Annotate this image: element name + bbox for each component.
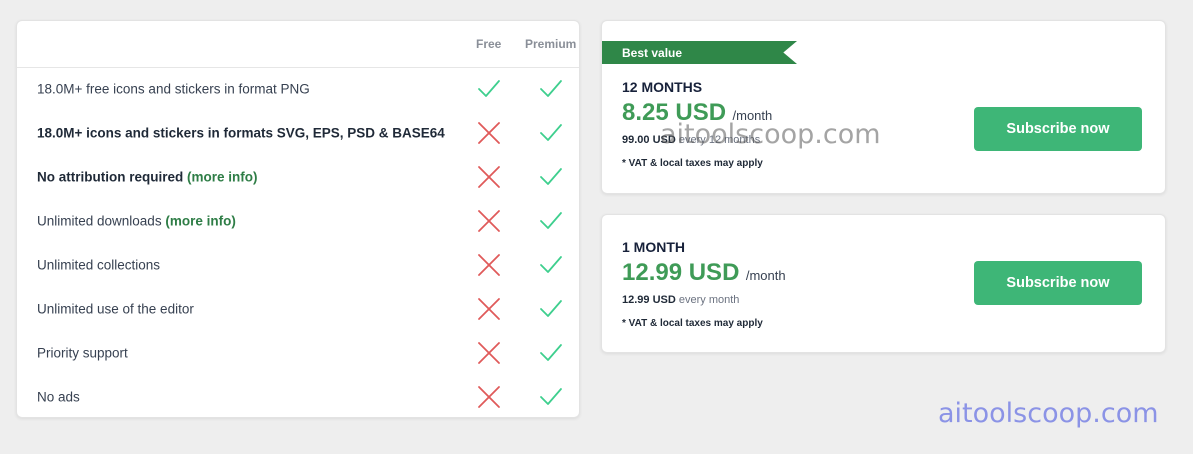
feature-text: 18.0M+ icons and stickers in formats SVG… (37, 125, 445, 141)
check-icon (538, 384, 564, 410)
feature-text: Unlimited use of the editor (37, 301, 194, 317)
price-unit: /month (745, 268, 786, 283)
vat-note: * VAT & local taxes may apply (622, 158, 763, 169)
feature-text: No attribution required (37, 169, 184, 185)
feature-label: 18.0M+ free icons and stickers in format… (37, 82, 310, 97)
feature-text: 18.0M+ free icons and stickers in format… (37, 81, 310, 97)
more-info-link[interactable]: (more info) (165, 214, 236, 229)
check-icon (538, 340, 564, 366)
comparison-header: Free Premium (17, 21, 579, 68)
plan-card-12-months: Best value 12 MONTHS 8.25 USD /month 99.… (601, 20, 1166, 194)
plan-price: 12.99 USD /month (622, 259, 786, 287)
cross-icon (476, 164, 502, 190)
plan-card-1-month: 1 MONTH 12.99 USD /month 12.99 USD every… (601, 214, 1166, 353)
feature-row: 18.0M+ icons and stickers in formats SVG… (17, 111, 579, 155)
billed-period: every month (678, 294, 740, 306)
feature-row: 18.0M+ free icons and stickers in format… (17, 67, 579, 111)
feature-comparison-card: Free Premium 18.0M+ free icons and stick… (16, 20, 580, 418)
check-icon (538, 76, 564, 102)
feature-text: Priority support (37, 345, 128, 361)
feature-row: No ads (17, 375, 579, 419)
cross-icon (476, 340, 502, 366)
watermark-text: aitoolscoop.com (660, 119, 881, 150)
cross-icon (476, 296, 502, 322)
feature-row: Unlimited downloads (more info) (17, 199, 579, 243)
feature-label: Priority support (37, 346, 128, 361)
feature-row: Unlimited collections (17, 243, 579, 287)
cross-icon (476, 252, 502, 278)
check-icon (538, 164, 564, 190)
check-icon (476, 76, 502, 102)
subscribe-button-1-month[interactable]: Subscribe now (974, 261, 1142, 305)
cross-icon (476, 384, 502, 410)
feature-label: No attribution required (more info) (37, 170, 258, 185)
feature-row: No attribution required (more info) (17, 155, 579, 199)
feature-label: No ads (37, 390, 80, 405)
billed-amount: 12.99 USD (622, 294, 676, 306)
subscribe-button-12-months[interactable]: Subscribe now (974, 107, 1142, 151)
plan-title: 1 MONTH (622, 239, 685, 255)
best-value-ribbon: Best value (602, 41, 797, 64)
check-icon (538, 252, 564, 278)
watermark-text-corner: aitoolscoop.com (938, 398, 1159, 429)
check-icon (538, 120, 564, 146)
plan-title: 12 MONTHS (622, 79, 703, 95)
check-icon (538, 208, 564, 234)
feature-row: Unlimited use of the editor (17, 287, 579, 331)
cross-icon (476, 120, 502, 146)
feature-text: Unlimited collections (37, 257, 161, 273)
feature-row: Priority support (17, 331, 579, 375)
column-header-premium: Premium (525, 37, 577, 51)
feature-label: Unlimited downloads (more info) (37, 214, 236, 229)
vat-note: * VAT & local taxes may apply (622, 318, 763, 329)
feature-label: Unlimited use of the editor (37, 302, 194, 317)
cross-icon (476, 208, 502, 234)
feature-label: 18.0M+ icons and stickers in formats SVG… (37, 126, 445, 141)
column-header-free: Free (476, 37, 502, 51)
feature-label: Unlimited collections (37, 258, 160, 273)
feature-text: No ads (37, 389, 80, 405)
feature-text: Unlimited downloads (37, 213, 162, 229)
check-icon (538, 296, 564, 322)
more-info-link[interactable]: (more info) (187, 170, 258, 185)
billed-info: 12.99 USD every month (622, 294, 739, 306)
best-value-label: Best value (622, 46, 683, 60)
price-amount: 12.99 USD (622, 259, 740, 286)
